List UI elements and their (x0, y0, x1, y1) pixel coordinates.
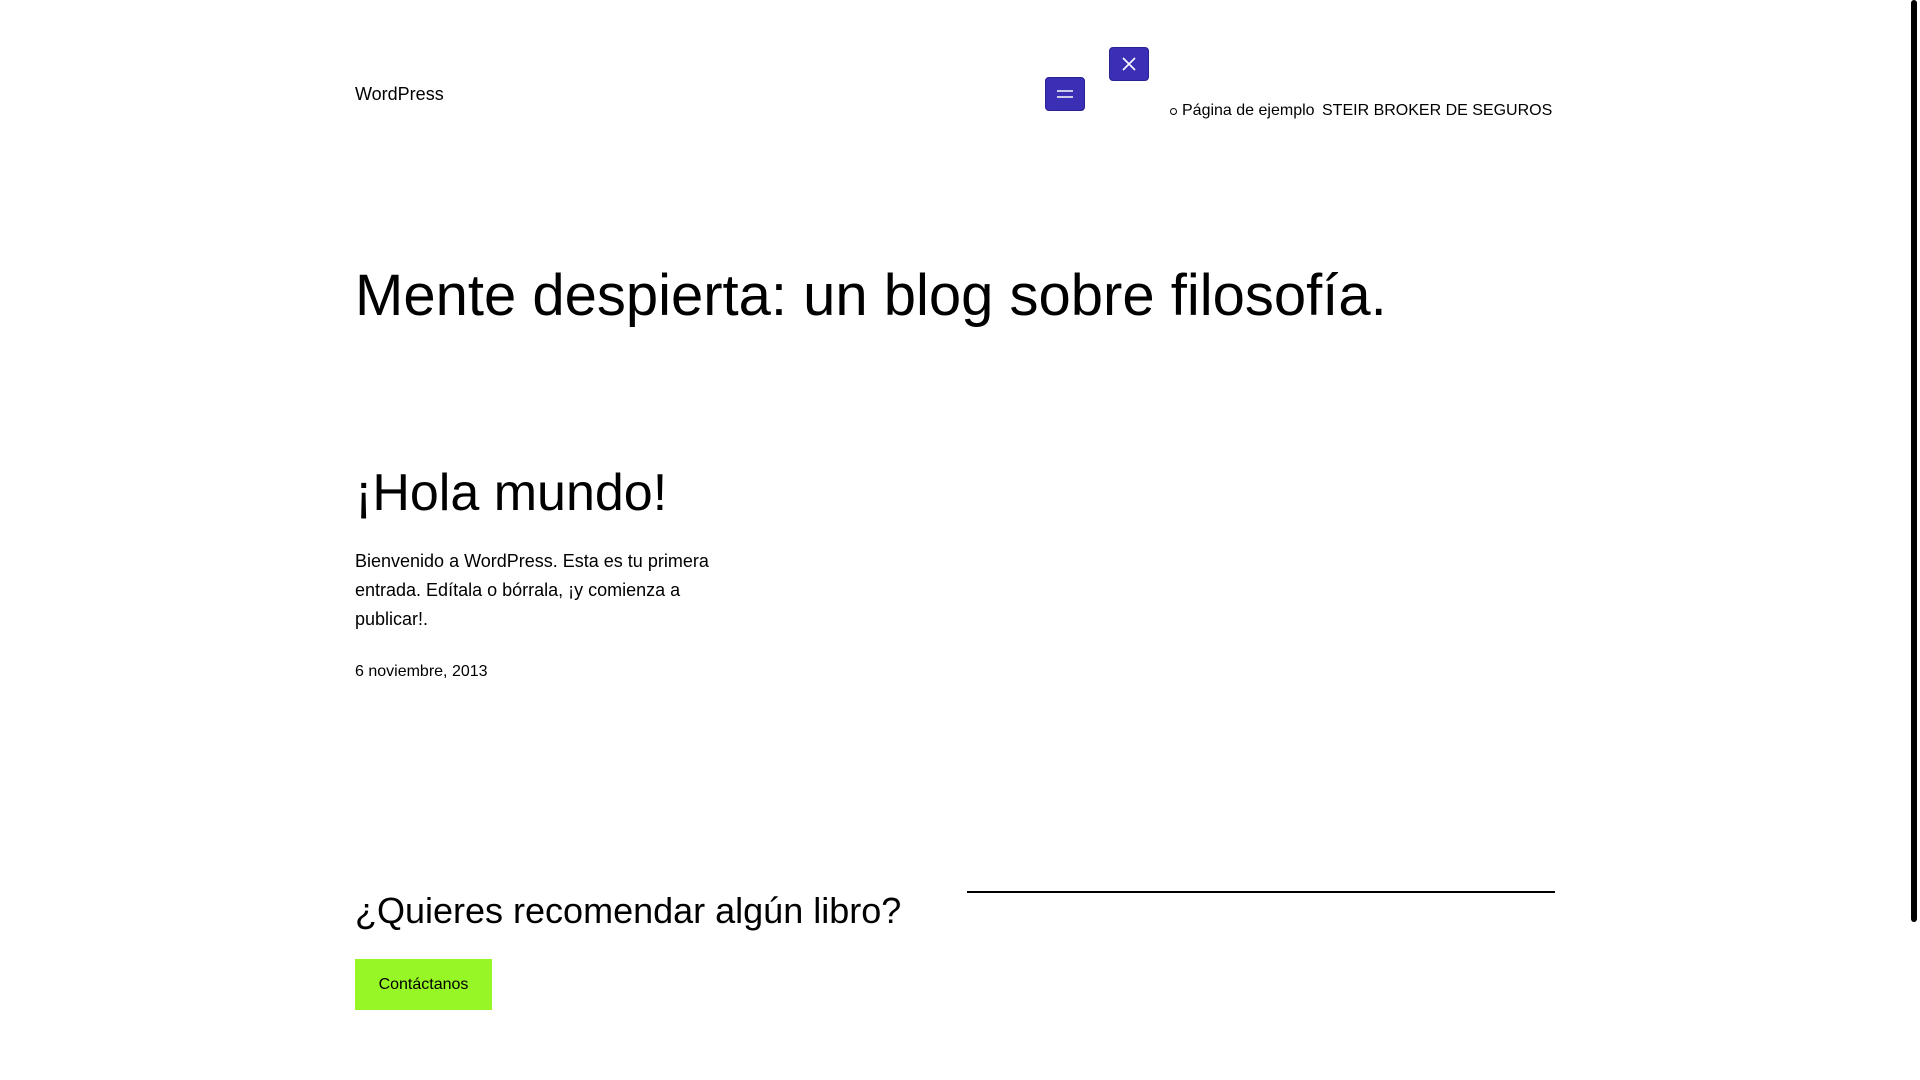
post-excerpt: Bienvenido a WordPress. Esta es tu prime… (355, 551, 709, 629)
page-title: Mente despierta: un blog sobre filosofía… (355, 263, 1387, 328)
hamburger-icon (1057, 90, 1073, 98)
scrollbar-thumb[interactable] (1911, 0, 1917, 922)
close-menu-button[interactable] (1109, 47, 1149, 81)
post-title-link[interactable]: ¡Hola mundo! (355, 462, 667, 524)
nav-item-pagina-de-ejemplo[interactable]: Página de ejemplo (1170, 100, 1315, 122)
cta-heading: ¿Quieres recomendar algún libro? (355, 890, 902, 931)
open-menu-button[interactable] (1045, 77, 1085, 111)
site-title-link[interactable]: WordPress (355, 82, 444, 106)
separator-line (967, 891, 1555, 893)
page: WordPress Página de ejemplo STEIR BROKER… (0, 0, 1920, 1080)
post-date[interactable]: 6 noviembre, 2013 (355, 661, 488, 683)
nav-item-steir-broker[interactable]: STEIR BROKER DE SEGUROS (1322, 100, 1552, 122)
contact-button[interactable]: Contáctanos (355, 959, 492, 1010)
close-icon (1122, 57, 1136, 71)
